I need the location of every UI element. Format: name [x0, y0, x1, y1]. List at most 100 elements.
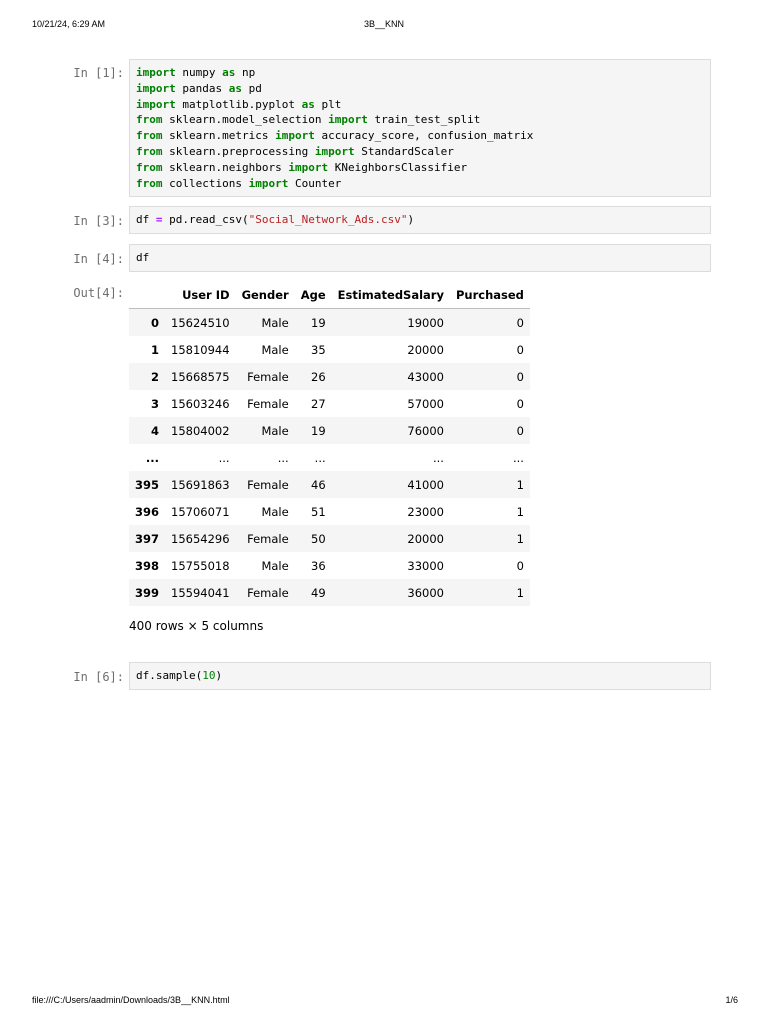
cell-user-id: 15668575: [171, 369, 230, 384]
print-doc-title: 3B__KNN: [363, 19, 405, 29]
cell-estimated-salary: ...: [433, 450, 444, 465]
cell-user-id: 15706071: [171, 504, 230, 519]
cell-age: 46: [311, 477, 326, 492]
cell-gender: ...: [277, 450, 289, 465]
cell-gender: Male: [261, 504, 289, 519]
cell-user-id: 15594041: [171, 585, 230, 600]
column-header-estimated-salary: EstimatedSalary: [331, 281, 450, 309]
row-index: 395: [135, 477, 160, 492]
input-prompt: In [3]:: [73, 214, 124, 228]
cell-purchased: 1: [516, 477, 524, 492]
cell-estimated-salary: 76000: [407, 423, 444, 438]
cell-estimated-salary: 20000: [407, 531, 444, 546]
code-line: from sklearn.metrics import accuracy_sco…: [136, 129, 534, 143]
cell-age: 19: [311, 315, 326, 330]
dataframe-table: User ID Gender Age EstimatedSalary Purch…: [129, 281, 530, 606]
cell-age: 51: [311, 504, 326, 519]
column-header-user-id: User ID: [165, 281, 236, 309]
cell-age: 27: [311, 396, 326, 411]
code-input-imports[interactable]: import numpy as np import pandas as pd i…: [129, 59, 711, 197]
cell-gender: Male: [261, 342, 289, 357]
row-index: 0: [151, 315, 160, 330]
cell-gender: Male: [261, 423, 289, 438]
cell-estimated-salary: 33000: [407, 558, 444, 573]
code-input-read-csv[interactable]: df = pd.read_csv("Social_Network_Ads.csv…: [129, 206, 711, 234]
cell-gender: Female: [247, 477, 289, 492]
table-row: 395 15691863 Female 46 41000 1: [129, 471, 530, 498]
cell-estimated-salary: 57000: [407, 396, 444, 411]
code-line: import pandas as pd: [136, 81, 262, 95]
cell-purchased: 0: [516, 396, 524, 411]
cell-user-id: 15654296: [171, 531, 230, 546]
row-index: 4: [151, 423, 160, 438]
cell-gender: Female: [247, 369, 289, 384]
cell-gender: Female: [247, 396, 289, 411]
print-header: 10/21/24, 6:29 AM 3B__KNN: [0, 19, 768, 33]
input-prompt: In [6]:: [73, 670, 124, 684]
table-row: 0 15624510 Male 19 19000 0: [129, 308, 530, 336]
row-index: 398: [135, 558, 160, 573]
row-index: 397: [135, 531, 160, 546]
table-row: 399 15594041 Female 49 36000 1: [129, 579, 530, 606]
table-row: 398 15755018 Male 36 33000 0: [129, 552, 530, 579]
row-index: 396: [135, 504, 160, 519]
row-index: 3: [151, 396, 160, 411]
input-prompt: In [4]:: [73, 252, 124, 266]
table-row: ..................: [129, 444, 530, 471]
cell-gender: Female: [247, 585, 289, 600]
cell-user-id: 15804002: [171, 423, 230, 438]
cell-purchased: 0: [516, 315, 524, 330]
row-index: 1: [151, 342, 160, 357]
table-row: 3 15603246 Female 27 57000 0: [129, 390, 530, 417]
cell-estimated-salary: 23000: [407, 504, 444, 519]
cell-age: 50: [311, 531, 326, 546]
table-row: 396 15706071 Male 51 23000 1: [129, 498, 530, 525]
cell-purchased: 0: [516, 369, 524, 384]
table-row: 2 15668575 Female 26 43000 0: [129, 363, 530, 390]
cell-gender: Male: [261, 558, 289, 573]
cell-purchased: 0: [516, 558, 524, 573]
cell-purchased: 0: [516, 342, 524, 357]
cell-purchased: 1: [516, 585, 524, 600]
cell-gender: Male: [261, 315, 289, 330]
cell-age: 49: [311, 585, 326, 600]
column-header-age: Age: [294, 281, 332, 309]
cell-purchased: 1: [516, 504, 524, 519]
cell-gender: Female: [247, 531, 289, 546]
cell-user-id: ...: [218, 450, 230, 465]
cell-age: ...: [314, 450, 326, 465]
table-body: 0 15624510 Male 19 19 0 0 0 0 1 15810944 Male 35 2000…: [129, 308, 530, 606]
cell-age: 26: [311, 369, 326, 384]
code-line: from sklearn.model_selection import trai…: [136, 113, 481, 127]
cell-user-id: 15810944: [171, 342, 230, 357]
cell-purchased: ...: [512, 450, 524, 465]
output-prompt: Out[4]:: [73, 286, 124, 300]
column-header-purchased: Purchased: [449, 281, 530, 309]
row-index: ...: [145, 450, 160, 465]
code-input-show-df[interactable]: df: [129, 244, 711, 272]
column-header-index: [129, 281, 166, 309]
code-line: from sklearn.preprocessing import Standa…: [136, 144, 454, 158]
column-header-gender: Gender: [235, 281, 295, 309]
input-prompt: In [1]:: [73, 66, 124, 80]
cell-estimated-salary: 20000: [407, 342, 444, 357]
cell-user-id: 15755018: [171, 558, 230, 573]
cell-estimated-salary: 36000: [407, 585, 444, 600]
cell-age: 35: [311, 342, 326, 357]
cell-purchased: 0: [516, 423, 524, 438]
table-row: 4 15804002 Male 19 76000 0: [129, 417, 530, 444]
cell-user-id: 15603246: [171, 396, 230, 411]
code-input-sample[interactable]: df.sample(10): [129, 662, 711, 690]
table-header-row: User ID Gender Age EstimatedSalary Purch…: [129, 281, 530, 309]
print-page-number: 1/6: [725, 995, 738, 1005]
cell-user-id: 15624510: [171, 315, 230, 330]
print-footer: file:///C:/Users/aadmin/Downloads/3B__KN…: [0, 995, 768, 1009]
code-line: from sklearn.neighbors import KNeighbors…: [136, 160, 468, 174]
row-index: 2: [151, 369, 160, 384]
cell-estimated-salary: 41000: [407, 477, 444, 492]
row-index: 399: [135, 585, 160, 600]
cell-age: 36: [311, 558, 326, 573]
code-line: import matplotlib.pyplot as plt: [136, 97, 342, 111]
cell-estimated-salary: 43000: [407, 369, 444, 384]
cell-age: 19: [311, 423, 326, 438]
